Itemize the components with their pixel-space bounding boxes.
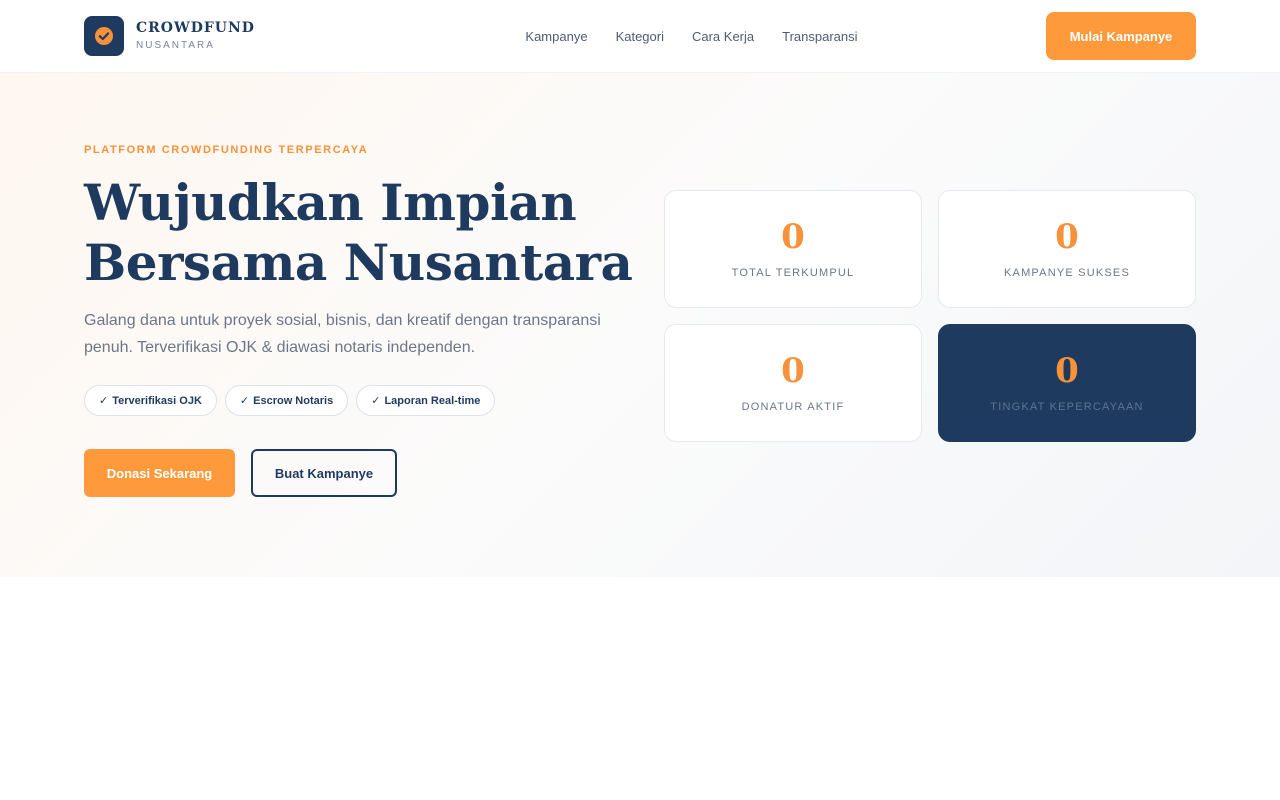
stat-label: TOTAL TERKUMPUL [731,267,855,279]
badge-report: ✓ Laporan Real-time [356,385,496,416]
stat-value: 0 [781,351,805,391]
stat-total-raised: 0 TOTAL TERKUMPUL [664,190,922,308]
stat-successful-campaigns: 0 KAMPANYE SUKSES [938,190,1196,308]
main-nav: Kampanye Kategori Cara Kerja Transparans… [525,29,857,44]
stats-grid: 0 TOTAL TERKUMPUL 0 KAMPANYE SUKSES 0 DO… [664,190,1196,442]
brand[interactable]: CROWDFUND NUSANTARA [84,16,255,56]
logo [84,16,124,56]
badge-label: Laporan Real-time [384,394,481,407]
hero-eyebrow: PLATFORM CROWDFUNDING TERPERCAYA [84,144,369,156]
brand-subtitle: NUSANTARA [136,40,215,51]
hero-title-line-1: Wujudkan Impian [84,173,577,232]
trust-badges: ✓ Terverifikasi OJK ✓ Escrow Notaris ✓ L… [84,385,496,416]
donate-now-button[interactable]: Donasi Sekarang [84,449,235,497]
stat-label: KAMPANYE SUKSES [1004,267,1130,279]
badge-ojk: ✓ Terverifikasi OJK [84,385,217,416]
check-mark-icon: ✓ [371,395,381,407]
badge-escrow: ✓ Escrow Notaris [224,385,349,416]
stat-value: 0 [781,217,805,257]
nav-item-cara-kerja[interactable]: Cara Kerja [692,29,754,44]
site-header: CROWDFUND NUSANTARA Kampanye Kategori Ca… [0,0,1280,73]
stat-value: 0 [1055,217,1079,257]
hero-cta-row: Donasi Sekarang Buat Kampanye [84,449,397,497]
hero-description: Galang dana untuk proyek sosial, bisnis,… [84,312,601,356]
nav-item-kampanye[interactable]: Kampanye [525,29,587,44]
hero-section: PLATFORM CROWDFUNDING TERPERCAYA Wujudka… [0,73,1280,577]
stat-trust-level: 0 TINGKAT KEPERCAYAAN [938,324,1196,442]
stat-value: 0 [1055,351,1079,391]
nav-item-transparansi[interactable]: Transparansi [782,29,857,44]
brand-name: CROWDFUND [136,20,255,36]
brand-text: CROWDFUND NUSANTARA [136,21,255,51]
start-campaign-button[interactable]: Mulai Kampanye [1046,12,1196,60]
badge-label: Escrow Notaris [253,394,334,407]
stat-active-donors: 0 DONATUR AKTIF [664,324,922,442]
check-circle-icon [95,27,113,45]
stat-label: DONATUR AKTIF [741,401,845,413]
badge-label: Terverifikasi OJK [112,394,202,407]
check-mark-icon: ✓ [239,395,250,407]
nav-item-kategori[interactable]: Kategori [616,29,664,44]
stat-label: TINGKAT KEPERCAYAAN [990,401,1144,413]
hero-title: Wujudkan Impian Bersama Nusantara [84,173,644,293]
create-campaign-button[interactable]: Buat Kampanye [251,449,397,497]
hero-title-line-2: Bersama Nusantara [84,233,633,292]
check-mark-icon: ✓ [99,395,109,407]
